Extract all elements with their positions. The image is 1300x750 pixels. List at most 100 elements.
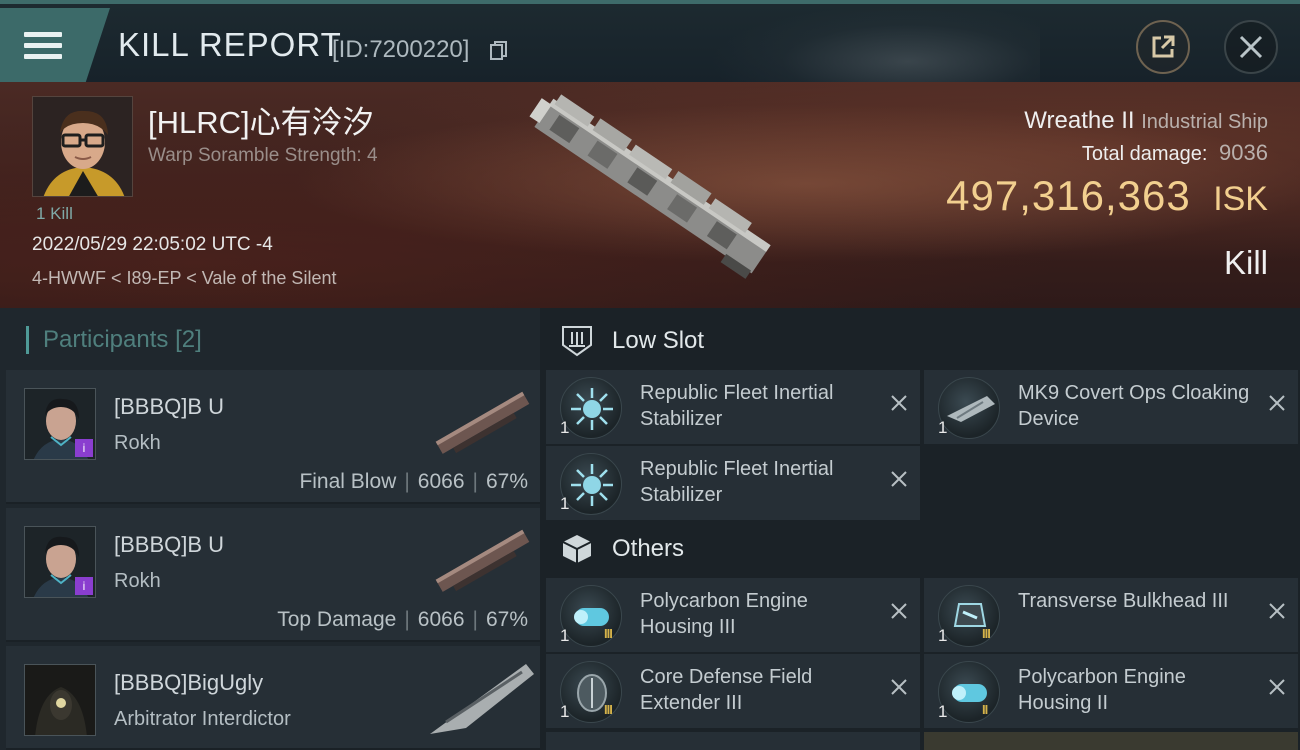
participants-label: Participants	[43, 326, 169, 353]
module-quantity: 1	[560, 702, 570, 721]
participant-ship: Rokh	[114, 432, 161, 454]
header-decoration	[710, 4, 1040, 86]
module-quantity: 1	[560, 494, 570, 513]
participants-panel: Participants [2] i [BBBQ]B U Rokh Final …	[0, 308, 540, 750]
participant-avatar[interactable]: i	[24, 388, 96, 460]
module-item[interactable]: 1 III Polycarbon Engine Housing III	[546, 578, 920, 652]
kill-id: [ID:7200220]	[332, 36, 470, 63]
module-name: Polycarbon Engine Housing II	[1018, 666, 1186, 714]
ship-class: Industrial Ship	[1141, 111, 1268, 133]
menu-button[interactable]	[0, 8, 110, 82]
victim-banner: [HLRC]心有泠汐 Warp Soramble Strength: 4 1 K…	[0, 82, 1300, 308]
module-tier: III	[604, 626, 613, 641]
destroyed-icon	[1269, 603, 1285, 619]
share-button[interactable]	[1136, 20, 1190, 74]
close-icon	[1239, 35, 1263, 59]
participant-avatar[interactable]: i	[24, 526, 96, 598]
module-item[interactable]: 1 II Polycarbon Engine Housing II	[924, 654, 1298, 728]
module-item[interactable]	[924, 732, 1298, 750]
module-quantity: 1	[560, 626, 570, 645]
participant-ship: Rokh	[114, 570, 161, 592]
damage-value: 9036	[1219, 140, 1268, 165]
participant-role: Final Blow	[299, 470, 397, 493]
module-name: Republic Fleet Inertial Stabilizer	[640, 458, 834, 506]
share-icon	[1152, 35, 1175, 58]
low-slot-icon	[562, 326, 592, 357]
participant-role: Top Damage	[277, 608, 397, 631]
participant-portrait	[25, 665, 95, 735]
participant-percent: 67%	[485, 608, 528, 631]
participant-ship: Arbitrator Interdictor	[114, 708, 291, 730]
damage-label: Total damage:	[1081, 143, 1208, 165]
participant-damage: 6066	[417, 608, 465, 631]
participants-header: Participants [2]	[26, 326, 202, 354]
module-name: Transverse Bulkhead III	[1018, 590, 1229, 612]
module-item[interactable]: 1 MK9 Covert Ops Cloaking Device	[924, 370, 1298, 444]
victim-subtitle: Warp Soramble Strength: 4	[148, 145, 378, 166]
participant-name: [BBBQ]B U	[114, 532, 225, 557]
kill-result: Kill	[1223, 244, 1268, 281]
module-tier: II	[982, 702, 988, 717]
participants-count: [2]	[175, 326, 202, 353]
module-tier: III	[604, 702, 613, 717]
kill-location[interactable]: 4-HWWF < I89-EP < Vale of the Silent	[32, 268, 336, 289]
page-title: KILL REPORT	[118, 26, 342, 63]
participant-row[interactable]: [BBBQ]BigUgly Arbitrator Interdictor	[6, 646, 540, 750]
participant-ship-image	[435, 529, 530, 592]
copy-icon[interactable]	[490, 41, 508, 61]
total-damage: Total damage: 9036	[1082, 140, 1268, 166]
low-slot-label: Low Slot	[612, 327, 705, 354]
module-item[interactable]	[546, 732, 920, 750]
isk-loss: 497,316,363 ISK	[946, 172, 1268, 220]
others-header: Others	[560, 532, 684, 566]
cargo-box-icon	[562, 535, 592, 563]
participant-row[interactable]: i [BBBQ]B U Rokh Top Damage | 6066 | 67%	[6, 508, 540, 642]
low-slot-header: Low Slot	[560, 324, 704, 358]
module-quantity: 1	[938, 626, 948, 645]
module-name: Core Defense Field Extender III	[640, 666, 813, 714]
victim-name[interactable]: [HLRC]心有泠汐	[148, 97, 374, 142]
participant-ship-image	[430, 664, 534, 734]
hamburger-icon	[24, 30, 62, 60]
participant-damage: 6066	[417, 470, 465, 493]
isk-unit: ISK	[1213, 180, 1268, 218]
kill-timestamp: 2022/05/29 22:05:02 UTC -4	[32, 234, 273, 255]
ship-info: Wreathe II Industrial Ship	[1024, 107, 1268, 135]
victim-kills: 1 Kill	[36, 204, 73, 223]
fitting-panel: Low Slot 1 Republic Fleet Inertial Stabi…	[540, 308, 1300, 750]
participant-badge: i	[75, 577, 93, 595]
top-bar: KILL REPORT [ID:7200220]	[0, 0, 1300, 86]
victim-portrait	[33, 97, 132, 196]
module-name: Polycarbon Engine Housing III	[640, 590, 808, 638]
close-button[interactable]	[1224, 20, 1278, 74]
victim-ship-render[interactable]	[510, 88, 790, 293]
destroyed-icon	[891, 603, 907, 619]
victim-avatar[interactable]	[32, 96, 133, 197]
participant-ship-image	[435, 391, 530, 454]
participant-badge: i	[75, 439, 93, 457]
participant-stats: Top Damage | 6066 | 67%	[277, 608, 528, 631]
module-quantity: 1	[560, 418, 570, 437]
destroyed-icon	[891, 395, 907, 411]
participant-name: [BBBQ]BigUgly	[114, 670, 264, 695]
participant-percent: 67%	[485, 470, 528, 493]
module-name: Republic Fleet Inertial Stabilizer	[640, 382, 834, 430]
isk-value: 497,316,363	[946, 172, 1191, 219]
destroyed-icon	[1269, 679, 1285, 695]
module-item[interactable]: 1 III Core Defense Field Extender III	[546, 654, 920, 728]
module-quantity: 1	[938, 702, 948, 721]
participant-row[interactable]: i [BBBQ]B U Rokh Final Blow | 6066 | 67%	[6, 370, 540, 504]
participant-name: [BBBQ]B U	[114, 394, 225, 419]
module-item[interactable]: 1 Republic Fleet Inertial Stabilizer	[546, 446, 920, 520]
destroyed-icon	[891, 679, 907, 695]
ship-name[interactable]: Wreathe II	[1024, 107, 1134, 134]
module-item[interactable]: 1 III Transverse Bulkhead III	[924, 578, 1298, 652]
participant-stats: Final Blow | 6066 | 67%	[299, 470, 528, 493]
module-name: MK9 Covert Ops Cloaking Device	[1018, 382, 1250, 430]
destroyed-icon	[891, 471, 907, 487]
destroyed-icon	[1269, 395, 1285, 411]
participant-avatar[interactable]	[24, 664, 96, 736]
module-tier: III	[982, 626, 991, 641]
module-item[interactable]: 1 Republic Fleet Inertial Stabilizer	[546, 370, 920, 444]
module-quantity: 1	[938, 418, 948, 437]
